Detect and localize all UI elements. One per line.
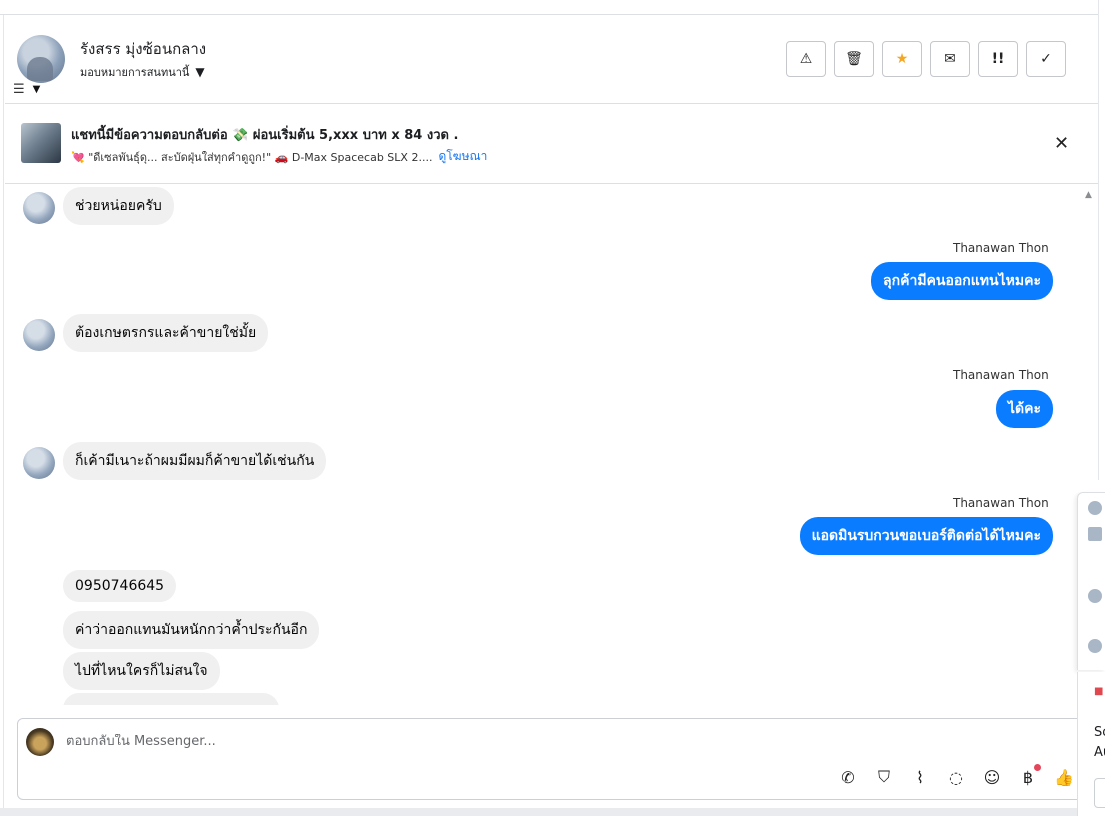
check-icon: ✓ (1040, 51, 1052, 67)
message-incoming: ไปที่ไหนใครก็ไม่สนใจ (63, 652, 220, 690)
message-incoming-partial (63, 693, 279, 705)
avatar[interactable] (1088, 639, 1102, 653)
ad-title: แชทนี้มีข้อความตอบกลับต่อ 💸 ผ่อนเริ่มต้น… (71, 128, 459, 143)
priority-icon: !! (991, 51, 1005, 67)
baht-icon[interactable]: ฿ (1018, 764, 1041, 787)
message-incoming: ต้องเกษตรกรและค้าขายใช่มั้ย (63, 314, 269, 352)
chevron-down-icon: ▼ (32, 83, 41, 95)
caret-down-icon: ▼ (195, 65, 205, 79)
reply-composer: ✆ ⛉ ⌇ ◌ ☺ ฿ 👍 (17, 718, 1083, 800)
message-incoming: ก็เค้ามีเนาะถ้าผมมีผมก็ค้าขายได้เช่นกัน (63, 442, 327, 480)
ad-subtitle-row: 💘 "ดีเซลพันธุ์ดุ... สะบัดฝุ่นใส่ทุกคำดูถ… (71, 147, 487, 166)
emoji-icon[interactable]: ☺ (982, 767, 1002, 787)
page-avatar (26, 728, 54, 756)
delete-button[interactable]: 🗑 (834, 41, 874, 77)
attachment-icon[interactable]: ⌇ (910, 767, 930, 787)
message-thread[interactable]: ช่วยหน่อยครับ Thanawan Thon ลุกค้ามีคนออ… (5, 185, 1083, 705)
message-outgoing: ลุกค้ามีคนออกแทนไหมคะ (871, 262, 1053, 300)
reply-input[interactable] (66, 734, 766, 749)
sender-avatar[interactable] (23, 192, 55, 224)
left-edge (0, 15, 4, 816)
thumbs-up-icon[interactable]: 👍 (1054, 767, 1074, 787)
star-icon: ★ (895, 51, 909, 67)
bottom-strip (0, 808, 1077, 816)
star-button[interactable]: ★ (882, 41, 922, 77)
side-panel-line: Au (1094, 745, 1105, 760)
right-edge (1098, 0, 1105, 480)
shopping-bag-icon[interactable]: ⛉ (874, 767, 894, 787)
message-outgoing: ได้คะ (995, 390, 1053, 428)
sender-name: Thanawan Thon (953, 368, 1049, 382)
warning-button[interactable]: ⚠ (786, 41, 826, 77)
sender-name: Thanawan Thon (953, 496, 1049, 510)
chat-bubble-icon[interactable]: ◌ (946, 767, 966, 787)
mark-unread-button[interactable]: ✉ (930, 41, 970, 77)
sender-avatar[interactable] (23, 319, 55, 351)
message-outgoing: แอดมินรบกวนขอเบอร์ติดต่อได้ไหมคะ (799, 517, 1053, 555)
header-actions: ⚠ 🗑 ★ ✉ !! ✓ (786, 41, 1066, 77)
side-panel-line: So (1094, 725, 1105, 740)
notification-dot (1034, 764, 1041, 771)
call-icon[interactable]: ✆ (838, 767, 858, 787)
sender-name: Thanawan Thon (953, 241, 1049, 255)
contact-name[interactable]: รังสรร มุ่งซ้อนกลาง (80, 37, 206, 61)
filter-dropdown[interactable]: ☰ ▼ (13, 82, 40, 96)
side-panel-button[interactable] (1094, 778, 1105, 808)
ad-thumbnail[interactable] (21, 123, 61, 163)
message-incoming: ค่าว่าออกแทนมันหนักกว่าค้ำประกันอีก (63, 611, 320, 649)
message-incoming: ช่วยหน่อยครับ (63, 187, 174, 225)
avatar[interactable] (1088, 501, 1102, 515)
mark-done-button[interactable]: ✓ (1026, 41, 1066, 77)
scroll-up-arrow-icon[interactable]: ▲ (1085, 190, 1092, 200)
assign-dropdown[interactable]: มอบหมายการสนทนานี้ ▼ (80, 63, 205, 81)
side-panel-text: So Au (1094, 723, 1105, 763)
composer-toolbar: ✆ ⛉ ⌇ ◌ ☺ ฿ 👍 (838, 764, 1074, 787)
message-incoming: 0950746645 (63, 570, 177, 602)
side-chat-list-popup[interactable] (1077, 492, 1105, 670)
warning-icon: ⚠ (799, 51, 813, 67)
trash-icon: 🗑 (845, 51, 863, 67)
avatar[interactable] (1088, 589, 1102, 603)
ad-context-bar: แชทนี้มีข้อความตอบกลับต่อ 💸 ผ่อนเริ่มต้น… (5, 105, 1098, 184)
ad-subtitle: 💘 "ดีเซลพันธุ์ดุ... สะบัดฝุ่นใส่ทุกคำดูถ… (71, 150, 433, 164)
view-ad-link[interactable]: ดูโฆษณา (438, 147, 487, 166)
sliders-icon: ☰ (13, 81, 25, 97)
follow-up-button[interactable]: !! (978, 41, 1018, 77)
assign-label: มอบหมายการสนทนานี้ (80, 66, 190, 79)
contact-avatar[interactable] (17, 35, 65, 83)
conversation-header: ☰ ▼ รังสรร มุ่งซ้อนกลาง มอบหมายการสนทนาน… (5, 16, 1098, 104)
side-info-panel: ■ So Au (1077, 672, 1105, 816)
close-icon[interactable]: ✕ (1054, 133, 1069, 154)
avatar[interactable] (1088, 527, 1102, 541)
alert-icon: ■ (1094, 686, 1104, 697)
sender-avatar[interactable] (23, 447, 55, 479)
envelope-icon: ✉ (944, 51, 956, 67)
inbox-window: ☰ ▼ รังสรร มุ่งซ้อนกลาง มอบหมายการสนทนาน… (0, 0, 1105, 816)
top-strip (0, 0, 1100, 15)
